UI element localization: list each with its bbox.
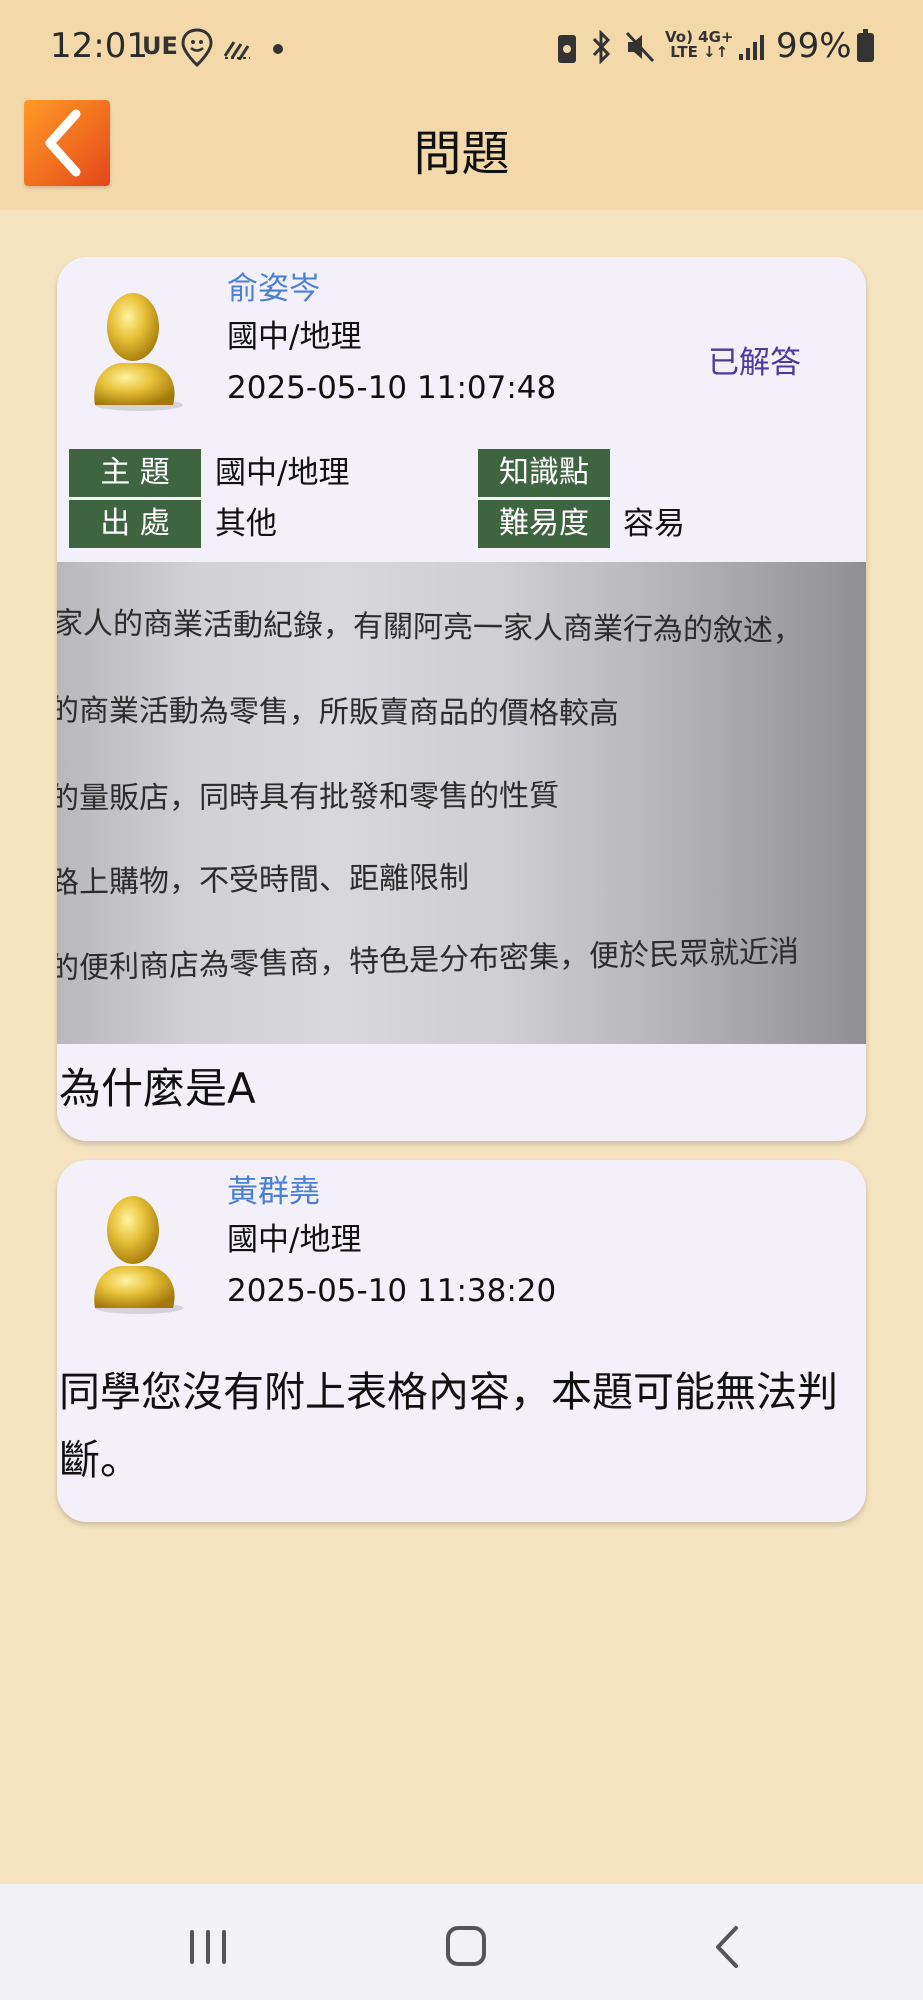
photo-text-line: 路上購物，不受時間、距離限制 <box>57 860 470 901</box>
topic-label: 主 題 <box>69 449 201 497</box>
source-value: 其他 <box>215 506 277 542</box>
user-avatar-icon <box>94 293 183 411</box>
question-text: 為什麼是A <box>59 1064 256 1113</box>
topic-value: 國中/地理 <box>215 455 350 491</box>
signal-lines-icon <box>223 41 250 60</box>
question-card[interactable]: 俞姿岑 國中/地理 2025-05-10 11:07:48 已解答 主 題 國中… <box>57 257 866 1141</box>
mute-icon <box>625 31 655 63</box>
post-subject: 國中/地理 <box>227 1222 362 1258</box>
difficulty-value: 容易 <box>623 506 685 542</box>
author-name[interactable]: 俞姿岑 <box>227 263 320 308</box>
status-bar: 12:01 UE Vo) 4G+ LTE ↓↑ 99% <box>0 0 923 100</box>
photo-text-line: 的商業活動為零售，所販賣商品的價格較高 <box>57 693 620 732</box>
battery-percent: 99% <box>776 26 852 66</box>
post-datetime: 2025-05-10 11:07:48 <box>227 370 557 406</box>
status-time: 12:01 <box>50 26 148 66</box>
recent-apps-icon[interactable] <box>188 1930 228 1964</box>
source-label: 出 處 <box>69 500 201 548</box>
lte-icon: Vo) 4G+ LTE ↓↑ <box>665 28 734 61</box>
photo-text-line: 的便利商店為零售商，特色是分布密集，便於民眾就近消 <box>57 934 800 987</box>
difficulty-label: 難易度 <box>478 500 610 548</box>
carrier-tag: UE <box>142 32 178 60</box>
back-icon[interactable] <box>708 1924 748 1970</box>
answer-card[interactable]: 黃群堯 國中/地理 2025-05-10 11:38:20 同學您沒有附上表格內… <box>57 1160 866 1522</box>
author-name[interactable]: 黃群堯 <box>227 1166 320 1211</box>
page-title: 問題 <box>413 126 510 182</box>
post-subject: 國中/地理 <box>227 319 362 355</box>
app-header: 問題 <box>0 100 923 210</box>
reply-text: 同學您沒有附上表格內容，本題可能無法判斷。 <box>59 1368 838 1484</box>
photo-text-line: 家人的商業活動紀錄，有關阿亮一家人商業行為的敘述， <box>57 606 804 649</box>
question-photo[interactable]: 家人的商業活動紀錄，有關阿亮一家人商業行為的敘述， 的商業活動為零售，所販賣商品… <box>57 562 866 1044</box>
answer-status-badge: 已解答 <box>708 345 801 381</box>
vpn-icon <box>558 35 576 63</box>
bluetooth-icon <box>592 30 611 64</box>
home-icon[interactable] <box>446 1926 486 1966</box>
system-nav-bar <box>0 1884 923 2000</box>
user-avatar-icon <box>94 1196 183 1314</box>
notification-dot-icon <box>273 44 283 54</box>
post-datetime: 2025-05-10 11:38:20 <box>227 1273 557 1309</box>
knowledge-label: 知識點 <box>478 449 610 497</box>
signal-bars-icon <box>739 35 764 60</box>
photo-text-line: 的量販店，同時具有批發和零售的性質 <box>57 778 560 817</box>
battery-icon <box>857 29 874 62</box>
location-pin-icon <box>181 28 213 68</box>
